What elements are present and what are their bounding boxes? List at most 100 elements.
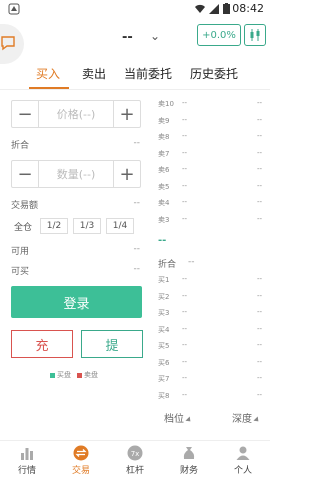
- bid-price: --: [182, 341, 188, 349]
- orderbook-zhehe-value: --: [188, 257, 195, 267]
- bid-row[interactable]: 买5 -- --: [158, 338, 266, 354]
- ask-level-label: 卖4: [158, 199, 170, 207]
- bid-price: --: [182, 308, 188, 316]
- bid-price: --: [182, 374, 188, 382]
- ask-price: --: [182, 132, 188, 140]
- price-increase-button[interactable]: +: [114, 101, 140, 127]
- ask-row[interactable]: 卖6 -- --: [158, 162, 266, 178]
- bid-price: --: [182, 357, 188, 366]
- ask-row[interactable]: 卖7 -- --: [158, 146, 266, 162]
- nav-finance[interactable]: 财务: [162, 445, 216, 476]
- change-percent-badge[interactable]: +0.0%: [197, 24, 241, 46]
- dropdown-triangle-icon: [253, 416, 261, 424]
- bid-row[interactable]: 买2 -- --: [158, 289, 266, 305]
- tab-buy[interactable]: 买入: [36, 65, 60, 82]
- bid-quantity: --: [256, 275, 262, 283]
- bid-level-label: 买4: [158, 325, 170, 334]
- ask-quantity: --: [256, 165, 262, 173]
- ask-price: --: [182, 214, 188, 223]
- kline-button[interactable]: [244, 24, 266, 46]
- finance-icon: [183, 447, 195, 459]
- battery-icon: [223, 3, 230, 14]
- bid-level-label: 买7: [158, 375, 170, 383]
- bid-quantity: --: [256, 324, 262, 333]
- ask-price: --: [182, 99, 188, 107]
- ask-row[interactable]: 卖8 -- --: [158, 129, 266, 145]
- bid-level-label: 买2: [158, 292, 170, 301]
- percent-quarter-button[interactable]: 1/4: [106, 218, 134, 234]
- last-price: --: [158, 235, 167, 246]
- chevron-down-icon[interactable]: ⌄: [150, 29, 160, 43]
- chat-icon: [1, 36, 15, 51]
- bid-price: --: [182, 291, 188, 300]
- ask-price: --: [182, 198, 188, 206]
- ask-row[interactable]: 卖9 -- --: [158, 113, 266, 129]
- ask-row[interactable]: 卖4 -- --: [158, 195, 266, 211]
- ask-price: --: [182, 181, 188, 190]
- status-icons: [195, 3, 230, 14]
- tab-open-orders[interactable]: 当前委托: [124, 65, 172, 82]
- bid-row[interactable]: 买4 -- --: [158, 322, 266, 338]
- buyable-value: --: [133, 264, 141, 274]
- nav-trade[interactable]: 交易: [54, 445, 108, 476]
- nav-leverage-label: 杠杆: [125, 466, 144, 476]
- quantity-increase-button[interactable]: +: [114, 161, 140, 187]
- bid-quantity: --: [256, 291, 262, 300]
- tab-sell[interactable]: 卖出: [82, 65, 106, 82]
- buyable-label: 可买: [11, 267, 30, 277]
- quantity-input[interactable]: 数量(--): [38, 161, 114, 187]
- nav-market-label: 行情: [17, 466, 36, 476]
- percent-third-button[interactable]: 1/3: [73, 218, 101, 234]
- ask-row[interactable]: 卖5 -- --: [158, 179, 266, 195]
- status-time: 08:42: [232, 2, 264, 15]
- ask-quantity: --: [256, 115, 262, 124]
- ask-quantity: --: [256, 132, 262, 140]
- leverage-icon: 7x: [127, 445, 143, 461]
- ask-quantity: --: [256, 214, 262, 223]
- price-decrease-button[interactable]: −: [12, 101, 38, 127]
- bid-price: --: [182, 275, 188, 283]
- svg-text:7x: 7x: [131, 450, 140, 458]
- percent-all-button[interactable]: 全仓: [11, 218, 35, 234]
- withdraw-button[interactable]: 提: [81, 330, 143, 358]
- tab-active-indicator: [29, 87, 69, 89]
- ask-level-label: 卖3: [158, 215, 170, 224]
- nav-trade-label: 交易: [71, 466, 90, 476]
- ask-row[interactable]: 卖3 -- --: [158, 212, 266, 228]
- deposit-button[interactable]: 充: [11, 330, 73, 358]
- bid-row[interactable]: 买6 -- --: [158, 355, 266, 371]
- ask-row[interactable]: 卖10 -- --: [158, 96, 266, 112]
- bid-quantity: --: [256, 374, 262, 382]
- nav-market[interactable]: 行情: [0, 445, 54, 476]
- signal-icon: [209, 3, 219, 14]
- tab-order-history[interactable]: 历史委托: [190, 65, 238, 82]
- bid-row[interactable]: 买8 -- --: [158, 388, 266, 404]
- nav-finance-label: 财务: [179, 466, 198, 476]
- ask-quantity: --: [256, 148, 262, 157]
- candlestick-icon: [250, 29, 260, 41]
- trade-tabs: 买入 卖出 当前委托 历史委托: [0, 58, 270, 90]
- price-stepper: − 价格(--) +: [11, 100, 141, 128]
- login-button[interactable]: 登录: [11, 286, 142, 318]
- ask-price: --: [182, 165, 188, 173]
- bid-level-label: 买3: [158, 309, 170, 317]
- orderbook-legend: 买盘 卖盘: [50, 370, 98, 380]
- pair-selector[interactable]: --: [122, 30, 133, 45]
- zhehe-value: --: [133, 138, 141, 148]
- ask-quantity: --: [256, 181, 262, 190]
- precision-selector[interactable]: 档位: [164, 410, 193, 425]
- bid-row[interactable]: 买7 -- --: [158, 371, 266, 387]
- price-input[interactable]: 价格(--): [38, 101, 114, 127]
- ask-level-label: 卖7: [158, 149, 170, 158]
- depth-selector[interactable]: 深度: [232, 410, 261, 425]
- bid-row[interactable]: 买1 -- --: [158, 272, 266, 288]
- nav-leverage[interactable]: 7x 杠杆: [108, 445, 162, 476]
- ask-level-label: 卖9: [158, 116, 170, 125]
- chart-bars-icon: [21, 448, 33, 460]
- orderbook-zhehe-label: 折合: [158, 260, 177, 270]
- quantity-decrease-button[interactable]: −: [12, 161, 38, 187]
- exchange-icon: [73, 445, 89, 461]
- bid-row[interactable]: 买3 -- --: [158, 305, 266, 321]
- nav-profile[interactable]: 个人: [216, 445, 270, 476]
- percent-half-button[interactable]: 1/2: [40, 218, 68, 234]
